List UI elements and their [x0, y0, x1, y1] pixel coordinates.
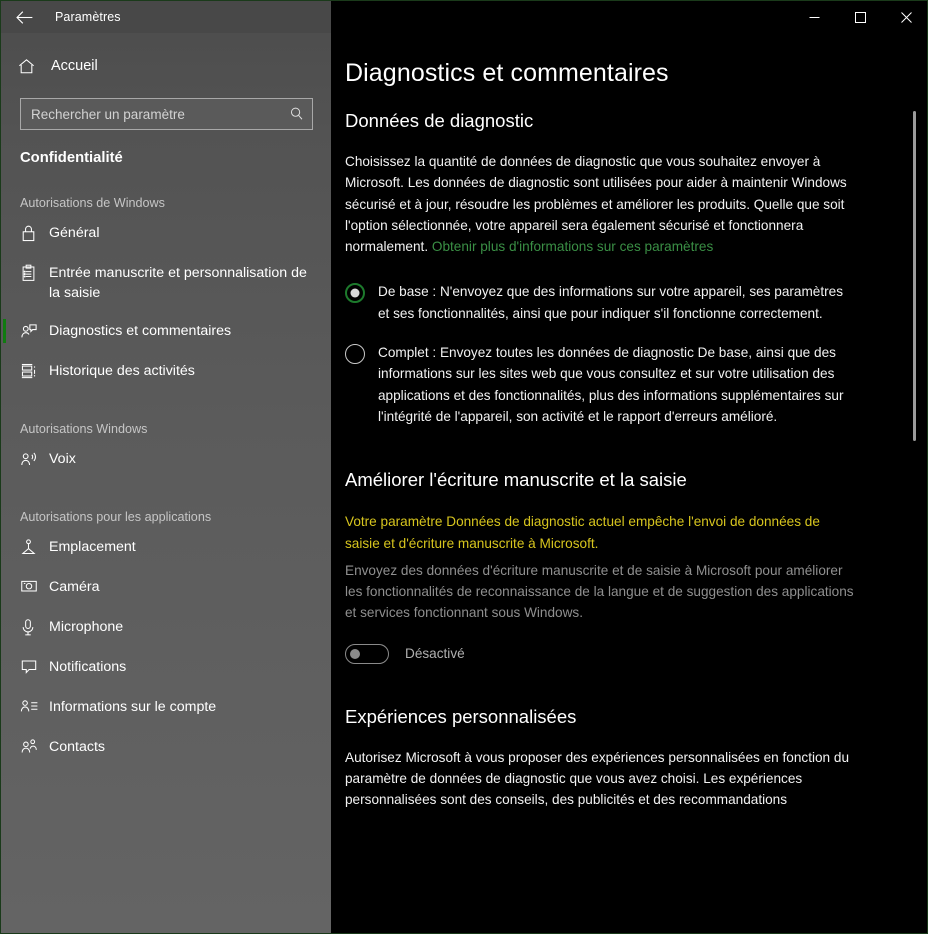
sidebar-group-heading: Autorisations pour les applications [20, 510, 212, 524]
sidebar-item-label: Caméra [49, 579, 100, 595]
sidebar-item-home[interactable]: Accueil [1, 46, 331, 86]
handwriting-warning-text: Votre paramètre Données de diagnostic ac… [345, 514, 820, 551]
sidebar-item-notifications[interactable]: Notifications [1, 648, 331, 688]
sidebar-item-label: Notifications [49, 659, 127, 675]
sidebar-group-heading: Autorisations Windows [20, 422, 148, 436]
sidebar-item-camera[interactable]: Caméra [1, 568, 331, 608]
main-content: Diagnostics et commentaires Données de d… [331, 33, 927, 933]
sidebar-item-label: Microphone [49, 619, 124, 635]
section-heading-personalized: Expériences personnalisées [345, 705, 577, 727]
window-title: Paramètres [55, 10, 121, 24]
handwriting-toggle[interactable] [345, 643, 389, 664]
radio-option-full[interactable]: Complet : Envoyez toutes les données de … [345, 342, 857, 427]
sidebar-group-heading: Autorisations de Windows [20, 196, 165, 210]
lock-icon [20, 223, 49, 242]
radio-option-label: De base : N'envoyez que des informations… [378, 284, 844, 321]
sidebar-category-title: Confidentialité [20, 150, 123, 166]
home-icon [17, 57, 47, 76]
sidebar-item-inking-typing[interactable]: Entrée manuscrite et personnalisation de… [1, 254, 331, 312]
clipboard-icon [20, 263, 49, 283]
diagnostic-data-radio-group: De base : N'envoyez que des informations… [345, 281, 857, 427]
learn-more-link[interactable]: Obtenir plus d'informations sur ces para… [432, 239, 713, 254]
diagnostic-data-description: Choisissez la quantité de données de dia… [345, 151, 857, 257]
camera-icon [20, 577, 49, 594]
radio-option-label: Complet : Envoyez toutes les données de … [378, 345, 844, 424]
radio-mark-selected[interactable] [345, 283, 365, 304]
sidebar-item-microphone[interactable]: Microphone [1, 608, 331, 648]
maximize-icon[interactable] [837, 1, 883, 33]
person-feedback-icon [20, 321, 49, 340]
toggle-knob [350, 648, 360, 659]
radio-option-basic[interactable]: De base : N'envoyez que des informations… [345, 281, 857, 324]
handwriting-toggle-label: Désactivé [405, 646, 465, 662]
microphone-icon [20, 617, 49, 637]
sidebar-item-diagnostics-feedback[interactable]: Diagnostics et commentaires [1, 312, 331, 352]
sidebar-item-voice[interactable]: Voix [1, 440, 331, 480]
sidebar-item-label: Informations sur le compte [49, 699, 217, 715]
title-bar: Paramètres [1, 1, 927, 33]
sidebar-item-label: Diagnostics et commentaires [49, 323, 232, 339]
sidebar-item-label: Entrée manuscrite et personnalisation de… [49, 265, 307, 301]
sidebar-item-contacts[interactable]: Contacts [1, 728, 331, 768]
sidebar-item-location[interactable]: Emplacement [1, 528, 331, 568]
sidebar-item-account-info[interactable]: Informations sur le compte [1, 688, 331, 728]
title-bar-left: Paramètres [1, 1, 331, 33]
window-controls [791, 1, 927, 33]
minimize-icon[interactable] [791, 1, 837, 33]
handwriting-toggle-row[interactable]: Désactivé [345, 643, 857, 664]
sidebar-item-activity-history[interactable]: Historique des activités [1, 352, 331, 392]
personalized-description: Autorisez Microsoft à vous proposer des … [345, 749, 850, 808]
timeline-icon [20, 361, 49, 380]
location-icon [20, 537, 49, 556]
search-box[interactable] [20, 98, 313, 130]
account-info-icon [20, 697, 49, 714]
person-speech-icon [20, 449, 49, 468]
sidebar-item-label: Emplacement [49, 539, 136, 555]
sidebar: Accueil Confidentialité Autorisations de… [1, 1, 331, 933]
arrow-left-icon[interactable] [1, 1, 47, 33]
scrollbar-thumb[interactable] [913, 111, 916, 441]
sidebar-item-label: Général [49, 225, 100, 241]
page-title: Diagnostics et commentaires [345, 59, 669, 87]
handwriting-description: Envoyez des données d'écriture manuscrit… [345, 562, 854, 621]
section-heading-diagnostic-data: Données de diagnostic [345, 110, 534, 131]
contacts-icon [20, 737, 49, 755]
sidebar-home-label: Accueil [51, 58, 98, 74]
sidebar-item-label: Historique des activités [49, 363, 195, 379]
content-scrollbar[interactable] [909, 33, 921, 933]
section-heading-handwriting: Améliorer l'écriture manuscrite et la sa… [345, 469, 687, 491]
radio-mark-unselected[interactable] [345, 344, 365, 365]
sidebar-item-general[interactable]: Général [1, 214, 331, 254]
close-icon[interactable] [883, 1, 927, 33]
settings-window: Accueil Confidentialité Autorisations de… [0, 0, 928, 934]
sidebar-item-label: Voix [49, 451, 76, 467]
notification-icon [20, 657, 49, 675]
search-icon[interactable] [282, 106, 312, 122]
sidebar-item-label: Contacts [49, 739, 105, 755]
search-input[interactable] [21, 106, 282, 122]
